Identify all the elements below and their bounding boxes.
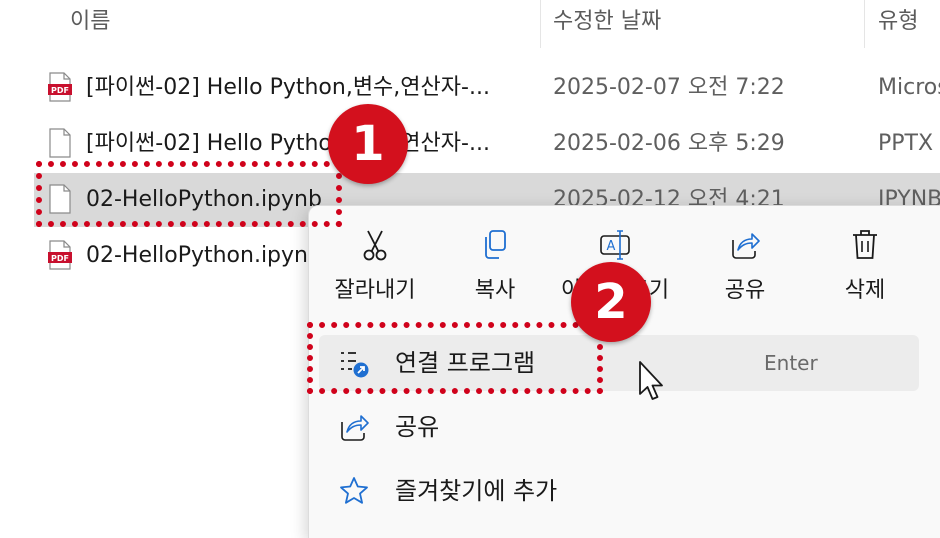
rename-icon: A (600, 230, 630, 260)
mouse-cursor-icon (639, 361, 663, 400)
share-icon (732, 233, 760, 259)
share-menu-item[interactable]: 공유 (319, 399, 919, 455)
step-badge-2: 2 (571, 262, 651, 342)
column-divider[interactable] (864, 0, 865, 48)
sort-caret-icon[interactable]: ˄ (290, 0, 297, 10)
blank-file-icon (49, 128, 71, 158)
trash-icon (853, 230, 877, 259)
copy-label: 복사 (474, 278, 516, 303)
delete-button[interactable]: 삭제 (805, 228, 925, 304)
highlight-box-1 (36, 161, 342, 227)
copy-button[interactable]: 복사 (435, 228, 555, 304)
file-type: PPTX (878, 131, 934, 156)
column-header-name[interactable]: 이름 (70, 0, 110, 48)
star-icon (340, 477, 368, 504)
step-badge-1: 1 (328, 104, 408, 184)
share-label: 공유 (724, 278, 766, 303)
share-button[interactable]: 공유 (685, 228, 805, 304)
delete-label: 삭제 (844, 278, 886, 303)
copy-icon (485, 230, 506, 259)
file-type: Micros (878, 75, 940, 100)
file-row[interactable]: PDF [파이썬-02] Hello Python,변수,연산자-... 202… (34, 61, 940, 115)
column-header-date[interactable]: 수정한 날짜 (553, 0, 661, 48)
share-label: 공유 (395, 413, 440, 441)
svg-text:A: A (607, 239, 616, 254)
share-icon (341, 415, 369, 441)
open-with-shortcut: Enter (764, 351, 818, 375)
cut-label: 잘라내기 (334, 278, 416, 303)
svg-text:PDF: PDF (51, 86, 69, 95)
svg-text:PDF: PDF (51, 254, 69, 263)
cut-button[interactable]: 잘라내기 (315, 228, 435, 304)
add-to-favorites-label: 즐겨찾기에 추가 (395, 477, 558, 505)
add-to-favorites-menu-item[interactable]: 즐겨찾기에 추가 (319, 463, 919, 519)
pdf-file-icon: PDF (48, 72, 72, 102)
highlight-box-2 (307, 322, 603, 394)
file-date: 2025-02-06 오후 5:29 (553, 131, 785, 156)
file-name: [파이썬-02] Hello Python,변수,연산자-... (86, 75, 490, 100)
column-header: ˄ 이름 수정한 날짜 유형 (0, 0, 940, 48)
file-date: 2025-02-07 오전 7:22 (553, 75, 785, 100)
pdf-file-icon: PDF (48, 240, 72, 270)
column-divider[interactable] (540, 0, 541, 48)
scissors-icon (363, 230, 387, 261)
column-header-type[interactable]: 유형 (878, 0, 918, 48)
